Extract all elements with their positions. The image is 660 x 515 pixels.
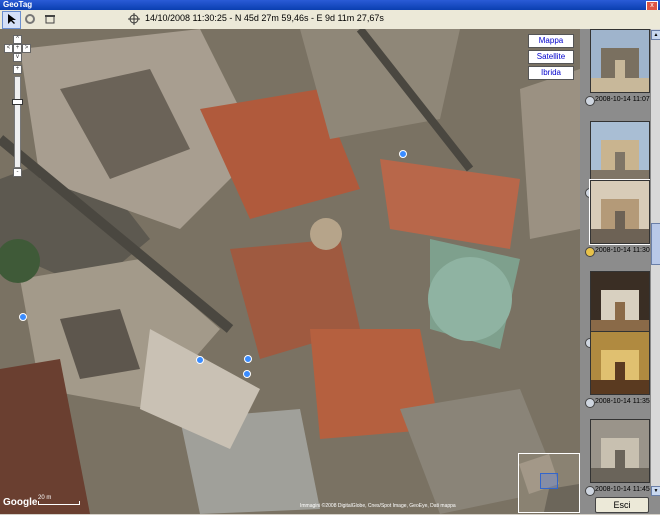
scrollbar-thumb[interactable]: [651, 223, 660, 265]
thumbnail-image[interactable]: [590, 29, 650, 93]
pan-down-button[interactable]: v: [13, 53, 22, 62]
geotag-globe-icon: [585, 486, 595, 496]
title-bar: GeoTag x: [0, 0, 660, 11]
pan-up-button[interactable]: ^: [13, 35, 22, 44]
thumbnail-label: 2008-10-14 11:07-1: [595, 96, 656, 103]
thumbnail-image[interactable]: [590, 271, 650, 335]
clip-tool-icon: [44, 15, 55, 24]
thumbnail-image[interactable]: [590, 121, 650, 185]
thumbnail-label: 2008-10-14 11:45-3: [595, 486, 656, 493]
overview-map[interactable]: [518, 453, 580, 513]
thumbnail-image[interactable]: [590, 331, 650, 395]
thumbnail-label: 2008-10-14 11:35-0: [595, 398, 656, 405]
clip-tool-button[interactable]: [40, 11, 59, 29]
pan-center-button[interactable]: +: [13, 44, 22, 53]
photo-thumbnail[interactable]: 2008-10-14 11:07-1: [585, 29, 656, 106]
scroll-down-arrow[interactable]: ▼: [651, 486, 660, 496]
photo-marker[interactable]: [19, 313, 27, 321]
satellite-map[interactable]: Mappa Satellite Ibrida ^ < + > v + - Goo…: [0, 29, 580, 514]
pan-right-button[interactable]: >: [22, 44, 31, 53]
zoom-out-button[interactable]: -: [13, 168, 22, 177]
scale-bar: 20 m: [38, 495, 80, 505]
zoom-in-button[interactable]: +: [13, 65, 22, 74]
scale-line: [38, 501, 80, 505]
google-logo: Google: [3, 497, 38, 508]
rotate-tool-button[interactable]: [20, 11, 39, 29]
window-title: GeoTag: [3, 0, 33, 9]
geotag-globe-icon: [585, 247, 595, 257]
photo-thumbnail[interactable]: 2008-10-14 11:45-3: [585, 419, 656, 496]
map-type-ibrida[interactable]: Ibrida: [528, 66, 574, 80]
photo-marker[interactable]: [243, 370, 251, 378]
photo-thumbnail[interactable]: 2008-10-14 11:35-0: [585, 331, 656, 408]
map-type-satellite[interactable]: Satellite: [528, 50, 574, 64]
exit-button[interactable]: Esci: [595, 497, 649, 513]
thumbnail-image[interactable]: [590, 419, 650, 483]
zoom-slider-thumb[interactable]: [12, 99, 23, 105]
target-button[interactable]: [124, 11, 143, 29]
thumbnail-caption: 2008-10-14 11:07-1: [585, 95, 656, 106]
rotate-tool-icon: [24, 14, 35, 24]
pan-left-button[interactable]: <: [4, 44, 13, 53]
scale-label: 20 m: [38, 495, 52, 501]
thumbnail-image[interactable]: [589, 179, 651, 245]
overview-viewport-box[interactable]: [540, 473, 558, 489]
thumbnail-caption: 2008-10-14 11:35-0: [585, 397, 656, 408]
geotag-globe-icon: [585, 398, 595, 408]
photo-marker[interactable]: [196, 356, 204, 364]
satellite-imagery: [0, 29, 580, 514]
photo-marker[interactable]: [399, 150, 407, 158]
pointer-tool-button[interactable]: [2, 11, 21, 29]
thumbnail-caption: 2008-10-14 11:45-3: [585, 485, 656, 496]
thumbnail-caption: 2008-10-14 11:30-2: [585, 246, 656, 257]
geotag-globe-icon: [585, 96, 595, 106]
photo-marker[interactable]: [244, 355, 252, 363]
pointer-tool-icon: [7, 14, 16, 24]
map-type-mappa[interactable]: Mappa: [528, 34, 574, 48]
thumbnail-label: 2008-10-14 11:30-2: [595, 247, 656, 254]
scroll-up-arrow[interactable]: ▲: [651, 30, 660, 40]
toolbar: 14/10/2008 11:30:25 - N 45d 27m 59,46s -…: [0, 10, 660, 30]
coordinates-readout: 14/10/2008 11:30:25 - N 45d 27m 59,46s -…: [145, 13, 384, 23]
photo-thumbnail[interactable]: 2008-10-14 11:30-2: [585, 179, 656, 257]
copyright-text: Immagini ©2008 DigitalGlobe, Cnes/Spot I…: [300, 503, 456, 509]
target-icon: [127, 13, 140, 25]
zoom-slider-track[interactable]: [14, 76, 21, 168]
